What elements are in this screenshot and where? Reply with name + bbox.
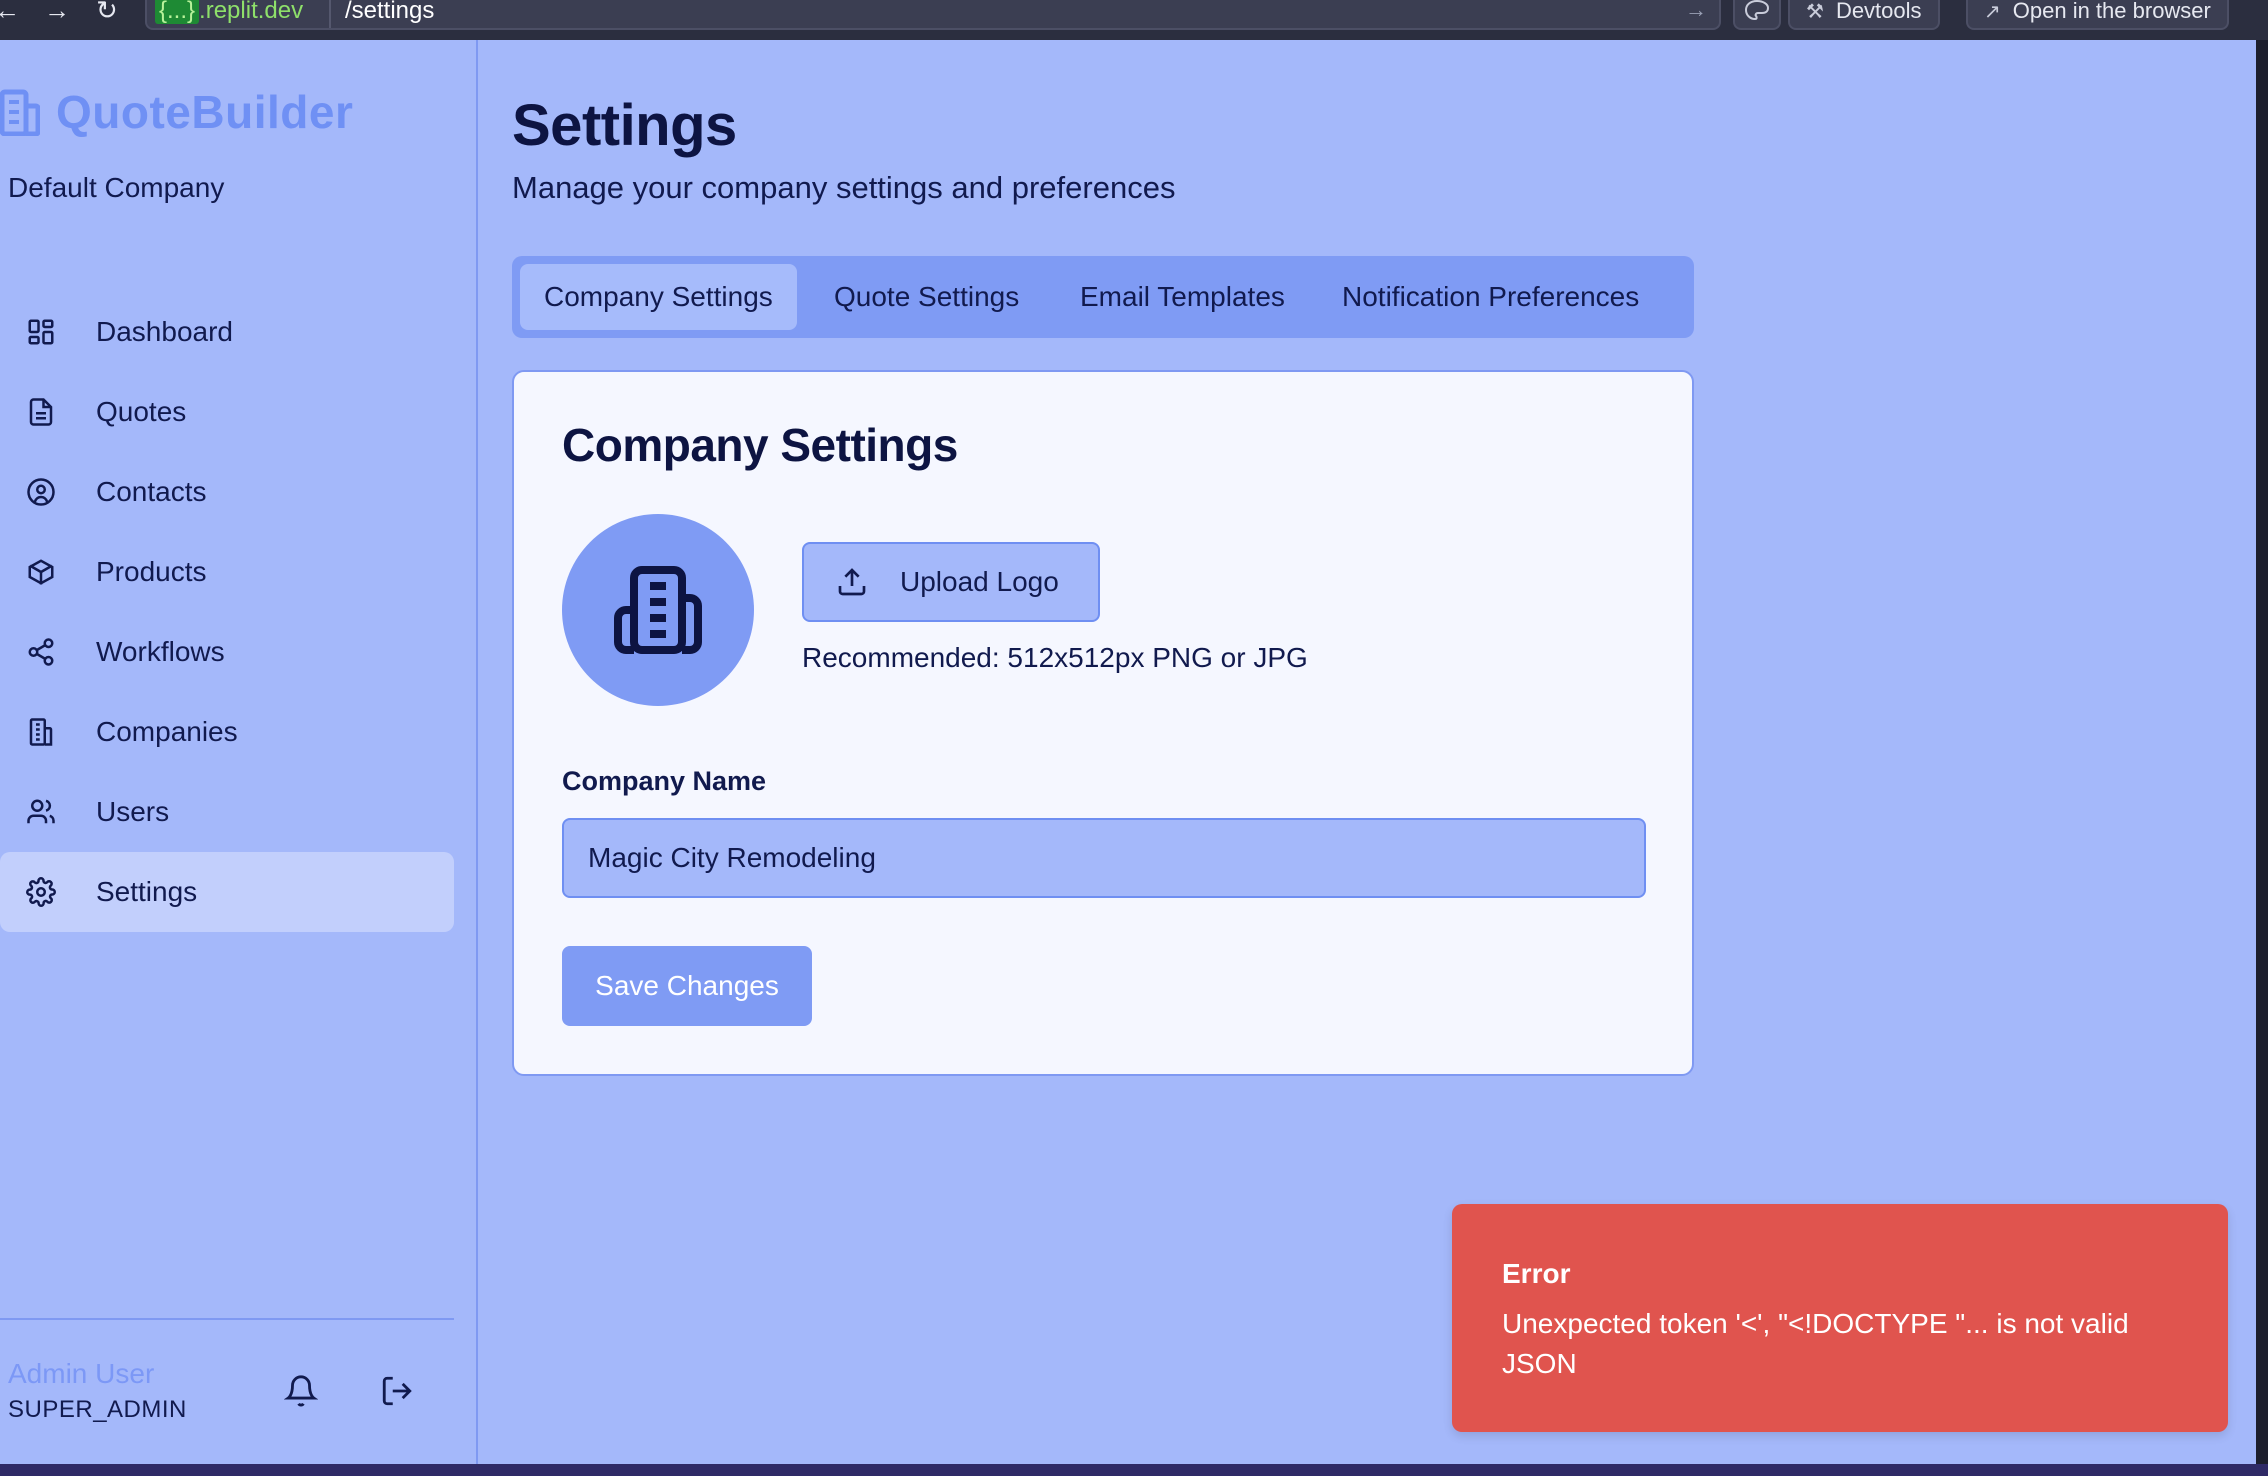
app-window: QuoteBuilder Default Company Dashboard Q… [0,40,2256,1464]
browser-toolbar: ← → ↻ {...} .replit.dev /settings → ⚒ Devt… [0,0,2268,40]
sidebar-item-label: Contacts [96,476,207,507]
sidebar-divider [0,1318,454,1320]
page-title: Settings [512,93,737,158]
sidebar-item-products[interactable]: Products [0,532,454,612]
building-logo-icon [0,89,40,136]
devtools-label: Devtools [1835,0,1922,23]
window-frame-right [2256,40,2268,1476]
url-separator [329,0,331,28]
bell-icon[interactable] [284,1374,318,1408]
page-subtitle: Manage your company settings and prefere… [512,170,1176,205]
building-icon [614,566,702,654]
sidebar-item-label: Products [96,556,207,587]
sidebar-nav: Dashboard Quotes Contacts Products Workf… [0,292,454,932]
sidebar-item-label: Workflows [96,636,225,667]
upload-icon [838,568,866,596]
upload-logo-button[interactable]: Upload Logo [802,542,1100,622]
error-toast[interactable]: Error Unexpected token '<', "<!DOCTYPE "… [1452,1204,2228,1432]
sidebar: QuoteBuilder Default Company Dashboard Q… [0,40,478,1464]
url-path: /settings [345,0,435,24]
sidebar-item-companies[interactable]: Companies [0,692,454,772]
card-title: Company Settings [562,419,958,471]
sidebar-item-users[interactable]: Users [0,772,454,852]
wrench-icon: ⚒ [1806,1,1824,23]
sidebar-item-label: Users [96,796,170,827]
sidebar-item-workflows[interactable]: Workflows [0,612,454,692]
sidebar-item-dashboard[interactable]: Dashboard [0,292,454,372]
open-in-browser-button[interactable]: ↗ Open in the browser [1966,0,2229,30]
reload-icon[interactable]: ↻ [96,0,118,24]
tab-notification-preferences[interactable]: Notification Preferences [1342,264,1639,330]
sidebar-item-label: Dashboard [96,316,233,347]
url-host-prefix: {...} [155,0,200,24]
sidebar-item-label: Companies [96,716,238,747]
users-icon [27,799,55,824]
settings-tabs: Company Settings Quote Settings Email Te… [512,256,1694,338]
dashboard-icon [28,319,54,345]
company-name-label: Company Name [562,766,767,796]
building-icon [29,718,53,746]
tab-email-templates[interactable]: Email Templates [1080,264,1285,330]
forward-arrow-icon[interactable]: → [44,0,70,24]
gear-icon [26,877,56,907]
save-changes-button[interactable]: Save Changes [562,946,812,1026]
external-link-icon: ↗ [1984,1,2001,23]
logout-icon[interactable] [380,1374,414,1408]
company-settings-card: Company Settings Upload Logo Recommended… [512,370,1694,1076]
share-icon [28,638,54,666]
url-host: {...} .replit.dev [155,0,303,26]
back-arrow-icon[interactable]: ← [0,0,20,24]
upload-logo-label: Upload Logo [900,566,1059,597]
file-icon [29,398,53,426]
current-company: Default Company [8,172,225,203]
tab-company-settings[interactable]: Company Settings [520,264,797,330]
go-arrow-icon[interactable]: → [1685,0,1707,21]
company-logo-placeholder [562,514,754,706]
logo-recommendation: Recommended: 512x512px PNG or JPG [802,642,1308,673]
window-frame-bottom [0,1464,2268,1476]
palette-button[interactable] [1733,0,1781,30]
company-name-input[interactable] [562,818,1646,898]
sidebar-item-quotes[interactable]: Quotes [0,372,454,452]
sidebar-item-label: Quotes [96,396,187,427]
sidebar-item-label: Settings [96,876,198,907]
tab-quote-settings[interactable]: Quote Settings [834,264,1019,330]
box-icon [28,559,54,585]
user-circle-icon [27,478,55,506]
sidebar-item-settings[interactable]: Settings [0,852,454,932]
devtools-button[interactable]: ⚒ Devtools [1788,0,1940,30]
user-role: SUPER_ADMIN [8,1396,187,1423]
brand-name: QuoteBuilder [56,86,354,138]
palette-icon [1744,0,1770,21]
sidebar-item-contacts[interactable]: Contacts [0,452,454,532]
brand[interactable]: QuoteBuilder [0,82,353,142]
url-host-domain: .replit.dev [199,0,304,24]
user-name: Admin User [8,1358,155,1389]
toast-title: Error [1502,1258,1571,1289]
toast-message: Unexpected token '<', "<!DOCTYPE "... is… [1502,1308,2129,1379]
open-browser-label: Open in the browser [2012,0,2211,23]
url-bar[interactable]: {...} .replit.dev /settings → [145,0,1721,30]
